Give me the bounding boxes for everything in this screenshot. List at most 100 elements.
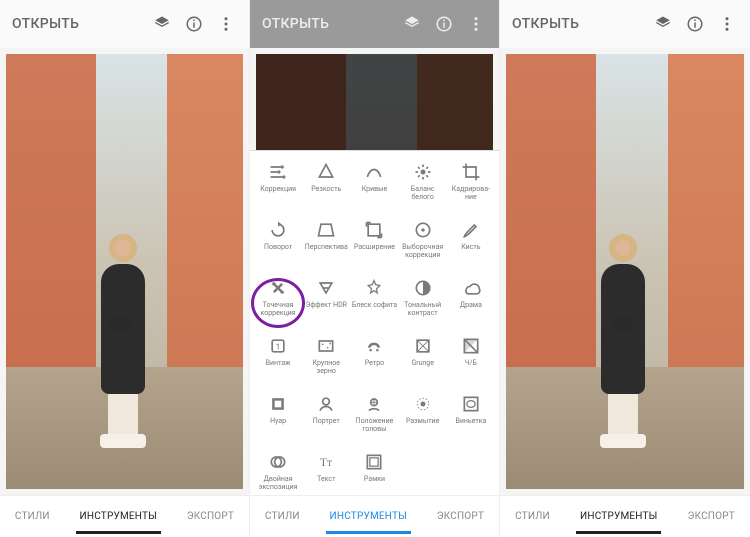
tool-label: Ч/Б <box>465 360 477 368</box>
tab-tools[interactable]: ИНСТРУМЕНТЫ <box>576 505 661 528</box>
tool-label: Расширение <box>354 244 395 252</box>
topbar: ОТКРЫТЬ <box>250 0 499 48</box>
tool-label: Портрет <box>313 418 340 426</box>
tool-crop[interactable]: Кадрирова-ние <box>447 161 495 215</box>
tool-label: Двойная экспозиция <box>255 476 301 491</box>
grainy-film-icon <box>315 335 337 357</box>
tool-portrait[interactable]: Портрет <box>302 393 350 447</box>
tool-label: Текст <box>317 476 335 484</box>
tool-text[interactable]: Tт Текст <box>302 451 350 495</box>
tool-retrolux[interactable]: Ретро <box>350 335 398 389</box>
tool-label: Выборочная коррекция <box>400 244 446 259</box>
topbar: ОТКРЫТЬ <box>500 0 750 48</box>
more-icon[interactable] <box>465 13 487 35</box>
layers-icon[interactable] <box>151 13 173 35</box>
tool-tonal-contrast[interactable]: Тональный контраст <box>399 277 447 331</box>
tool-drama[interactable]: Драма <box>447 277 495 331</box>
tab-export[interactable]: ЭКСПОРТ <box>684 505 739 528</box>
tool-tune[interactable]: Коррекция <box>254 161 302 215</box>
info-icon[interactable] <box>684 13 706 35</box>
tool-label: Коррекция <box>260 186 296 194</box>
tool-bw[interactable]: Ч/Б <box>447 335 495 389</box>
crop-icon <box>460 161 482 183</box>
tool-grunge[interactable]: Grunge <box>399 335 447 389</box>
perspective-icon <box>315 219 337 241</box>
rotate-icon <box>267 219 289 241</box>
tool-label: Перспектива <box>305 244 348 252</box>
image-canvas[interactable] <box>0 48 249 495</box>
tool-noir[interactable]: Нуар <box>254 393 302 447</box>
tab-tools[interactable]: ИНСТРУМЕНТЫ <box>76 505 161 528</box>
tool-label: Кадрирова-ние <box>448 186 494 201</box>
tool-vintage[interactable]: 1Винтаж <box>254 335 302 389</box>
tool-head-pose[interactable]: Положение головы <box>350 393 398 447</box>
grunge-icon <box>412 335 434 357</box>
tool-label: Кривые <box>362 186 388 194</box>
selective-icon <box>412 219 434 241</box>
tool-vignette[interactable]: Виньетка <box>447 393 495 447</box>
tab-tools[interactable]: ИНСТРУМЕНТЫ <box>326 505 411 528</box>
open-button[interactable]: ОТКРЫТЬ <box>262 16 391 32</box>
tool-healing[interactable]: Точечная коррекция <box>254 277 302 331</box>
bottom-tabs: СТИЛИ ИНСТРУМЕНТЫ ЭКСПОРТ <box>0 495 249 537</box>
noir-icon <box>267 393 289 415</box>
info-icon[interactable] <box>433 13 455 35</box>
lens-blur-icon <box>412 393 434 415</box>
tool-label: Кисть <box>461 244 480 252</box>
layers-icon[interactable] <box>652 13 674 35</box>
tab-styles[interactable]: СТИЛИ <box>261 505 304 528</box>
more-icon[interactable] <box>215 13 237 35</box>
tool-perspective[interactable]: Перспектива <box>302 219 350 273</box>
tab-export[interactable]: ЭКСПОРТ <box>433 505 488 528</box>
tool-grainy-film[interactable]: Крупное зерно <box>302 335 350 389</box>
head-pose-icon <box>363 393 385 415</box>
tool-label: Баланс белого <box>400 186 446 201</box>
tool-label: Резкость <box>311 186 341 194</box>
tool-label: Драма <box>460 302 482 310</box>
bottom-tabs: СТИЛИ ИНСТРУМЕНТЫ ЭКСПОРТ <box>250 495 499 537</box>
tool-hdr[interactable]: Эффект HDR <box>302 277 350 331</box>
tool-label: Нуар <box>270 418 286 426</box>
brush-icon <box>460 219 482 241</box>
retrolux-icon <box>363 335 385 357</box>
layers-icon[interactable] <box>401 13 423 35</box>
tab-export[interactable]: ЭКСПОРТ <box>183 505 238 528</box>
portrait-icon <box>315 393 337 415</box>
bw-icon <box>460 335 482 357</box>
tool-curves[interactable]: Кривые <box>350 161 398 215</box>
tool-rotate[interactable]: Поворот <box>254 219 302 273</box>
info-icon[interactable] <box>183 13 205 35</box>
tool-label: Блеск софита <box>352 302 397 310</box>
tool-brush[interactable]: Кисть <box>447 219 495 273</box>
vintage-icon: 1 <box>267 335 289 357</box>
white-balance-icon <box>412 161 434 183</box>
tool-label: Рамки <box>364 476 385 484</box>
tool-label: Виньетка <box>455 418 486 426</box>
tool-lens-blur[interactable]: Размытие <box>399 393 447 447</box>
expand-icon <box>363 219 385 241</box>
tool-expand[interactable]: Расширение <box>350 219 398 273</box>
tool-selective[interactable]: Выборочная коррекция <box>399 219 447 273</box>
tool-glamour[interactable]: Блеск софита <box>350 277 398 331</box>
tab-styles[interactable]: СТИЛИ <box>511 505 554 528</box>
photo-preview <box>506 54 744 489</box>
tool-white-balance[interactable]: Баланс белого <box>399 161 447 215</box>
healing-icon <box>267 277 289 299</box>
open-button[interactable]: ОТКРЫТЬ <box>512 16 642 32</box>
vignette-icon <box>460 393 482 415</box>
topbar: ОТКРЫТЬ <box>0 0 249 48</box>
tool-details[interactable]: Резкость <box>302 161 350 215</box>
double-exposure-icon <box>267 451 289 473</box>
tool-label: Эффект HDR <box>306 302 347 310</box>
tab-styles[interactable]: СТИЛИ <box>11 505 54 528</box>
text-icon: Tт <box>315 451 337 473</box>
tool-frames[interactable]: Рамки <box>350 451 398 495</box>
tool-label: Поворот <box>264 244 292 252</box>
more-icon[interactable] <box>716 13 738 35</box>
tool-label: Крупное зерно <box>303 360 349 375</box>
open-button[interactable]: ОТКРЫТЬ <box>12 16 141 32</box>
image-canvas[interactable] <box>500 48 750 495</box>
screen-main-1: ОТКРЫТЬ СТИЛИ ИНСТРУМЕНТЫ ЭКСПОРТ <box>0 0 250 537</box>
photo-preview <box>6 54 243 489</box>
tool-double-exposure[interactable]: Двойная экспозиция <box>254 451 302 495</box>
